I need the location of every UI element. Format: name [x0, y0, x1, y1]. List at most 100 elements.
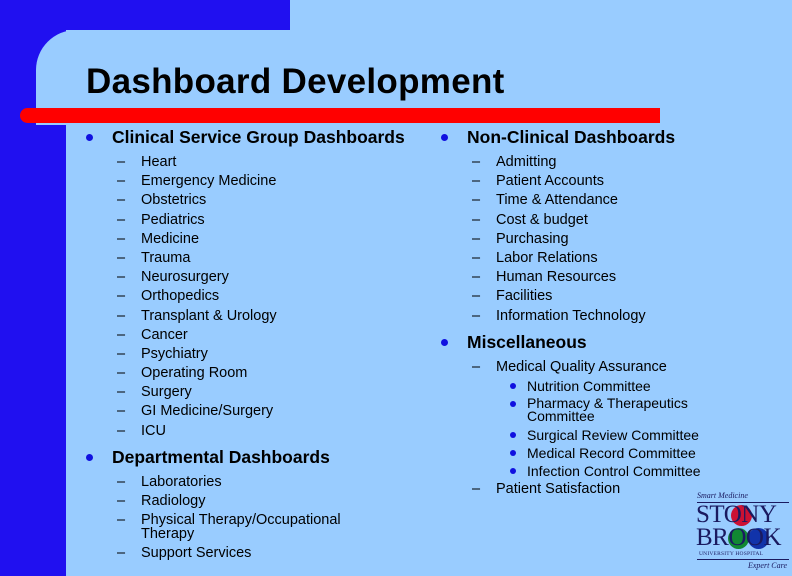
dash-icon: –	[117, 249, 126, 266]
item-text: Medicine	[141, 230, 200, 247]
bullet-icon	[510, 382, 516, 389]
dash-icon: –	[472, 211, 481, 228]
item-text: Support Services	[141, 545, 252, 562]
list-item: – ICU	[86, 422, 405, 441]
logo-word-brook: BROOK	[696, 524, 782, 551]
sub-list-item: Infection Control Committee	[441, 462, 711, 480]
item-text: Admitting	[496, 154, 557, 170]
item-text: Medical Record Committee	[527, 444, 696, 461]
list-item: – Obstetrics	[86, 191, 405, 210]
dash-icon: –	[472, 269, 481, 286]
dash-icon: –	[117, 269, 126, 286]
item-text: Cancer	[141, 326, 188, 343]
item-text: Trauma	[141, 249, 191, 266]
dash-icon: –	[472, 307, 481, 324]
list-item: – Surgery	[86, 383, 405, 402]
item-text: Heart	[141, 154, 177, 170]
item-text: ICU	[141, 422, 166, 439]
dash-icon: –	[117, 307, 126, 324]
item-text: Laboratories	[141, 473, 222, 490]
logo-divider	[697, 559, 789, 560]
dash-icon: –	[117, 473, 126, 490]
item-text: Human Resources	[496, 269, 617, 286]
dash-icon: –	[117, 512, 126, 529]
dash-icon: –	[117, 192, 126, 209]
list-item: – Labor Relations	[441, 249, 711, 268]
item-text: GI Medicine/Surgery	[141, 403, 274, 420]
item-text: Facilities	[496, 288, 553, 305]
item-text: Transplant & Urology	[141, 307, 277, 324]
item-text: Pharmacy & Therapeutics Committee	[527, 394, 688, 425]
heading-text: Departmental Dashboards	[112, 446, 330, 467]
list-item: – Physical Therapy/Occupational Therapy	[86, 511, 376, 544]
dash-icon: –	[472, 230, 481, 247]
dash-icon: –	[117, 345, 126, 362]
heading-text: Clinical Service Group Dashboards	[112, 127, 405, 147]
list-item: – Heart	[86, 153, 405, 172]
list-item: – Admitting	[441, 153, 711, 172]
item-text: Obstetrics	[141, 192, 207, 209]
item-text: Time & Attendance	[496, 192, 618, 209]
dash-icon: –	[117, 384, 126, 401]
list-item: – Orthopedics	[86, 287, 405, 306]
list-item: – Support Services	[86, 544, 405, 563]
dash-icon: –	[117, 422, 126, 439]
dash-icon: –	[472, 480, 481, 497]
list-item: – Psychiatry	[86, 345, 405, 364]
dash-icon: –	[117, 154, 126, 170]
dash-icon: –	[472, 288, 481, 305]
list-item: – Emergency Medicine	[86, 172, 405, 191]
item-text: Neurosurgery	[141, 269, 229, 286]
list-item: – Medical Quality Assurance	[441, 358, 711, 377]
section-heading-miscellaneous: Miscellaneous	[441, 330, 711, 354]
item-text: Cost & budget	[496, 211, 588, 228]
dash-icon: –	[117, 288, 126, 305]
section-heading-clinical: Clinical Service Group Dashboards	[86, 125, 405, 149]
dash-icon: –	[117, 493, 126, 509]
list-item: – Operating Room	[86, 364, 405, 383]
list-item: – Patient Accounts	[441, 172, 711, 191]
dash-icon: –	[117, 173, 126, 190]
list-item: – Human Resources	[441, 268, 711, 287]
item-text: Information Technology	[496, 307, 646, 324]
section-heading-non-clinical: Non-Clinical Dashboards	[441, 125, 711, 149]
item-text: Nutrition Committee	[527, 377, 651, 394]
dash-icon: –	[472, 358, 481, 375]
logo-tagline-bottom: Expert Care	[747, 561, 787, 570]
bullet-icon	[510, 431, 516, 438]
dash-icon: –	[472, 192, 481, 209]
sub-list-item: Surgical Review Committee	[441, 426, 711, 444]
item-text: Surgery	[141, 384, 192, 401]
heading-text: Non-Clinical Dashboards	[467, 127, 676, 147]
list-item: – Trauma	[86, 249, 405, 268]
item-text: Infection Control Committee	[527, 462, 701, 479]
logo-subtitle: UNIVERSITY HOSPITAL	[699, 551, 764, 557]
item-text: Patient Satisfaction	[496, 480, 621, 497]
dash-icon: –	[117, 545, 126, 562]
logo-tagline-top: Smart Medicine	[697, 491, 748, 500]
bullet-icon	[86, 453, 93, 461]
section-heading-departmental: Departmental Dashboards	[86, 445, 405, 469]
list-item: – Patient Satisfaction	[441, 480, 711, 499]
sub-list-item: Pharmacy & Therapeutics Committee	[441, 395, 711, 426]
list-item: – GI Medicine/Surgery	[86, 402, 405, 421]
bullet-icon	[86, 134, 93, 141]
list-item: – Cost & budget	[441, 211, 711, 230]
logo-word-stony: STONY	[696, 501, 777, 528]
item-text: Physical Therapy/Occupational Therapy	[141, 512, 341, 543]
bullet-icon	[510, 467, 516, 474]
dash-icon: –	[117, 326, 126, 343]
item-text: Orthopedics	[141, 288, 220, 305]
dash-icon: –	[472, 173, 481, 190]
list-item: – Transplant & Urology	[86, 307, 405, 326]
right-column: Non-Clinical Dashboards – Admitting – Pati…	[441, 125, 711, 499]
bullet-icon	[441, 338, 448, 346]
item-text: Operating Room	[141, 365, 248, 382]
list-item: – Laboratories	[86, 473, 405, 492]
list-item: – Medicine	[86, 230, 405, 249]
dash-icon: –	[117, 211, 126, 228]
item-text: Pediatrics	[141, 211, 205, 228]
bullet-icon	[510, 449, 516, 456]
stony-brook-logo: Smart Medicine STONY BROOK UNIVERSITY HO…	[693, 490, 789, 574]
bullet-icon	[441, 134, 448, 141]
